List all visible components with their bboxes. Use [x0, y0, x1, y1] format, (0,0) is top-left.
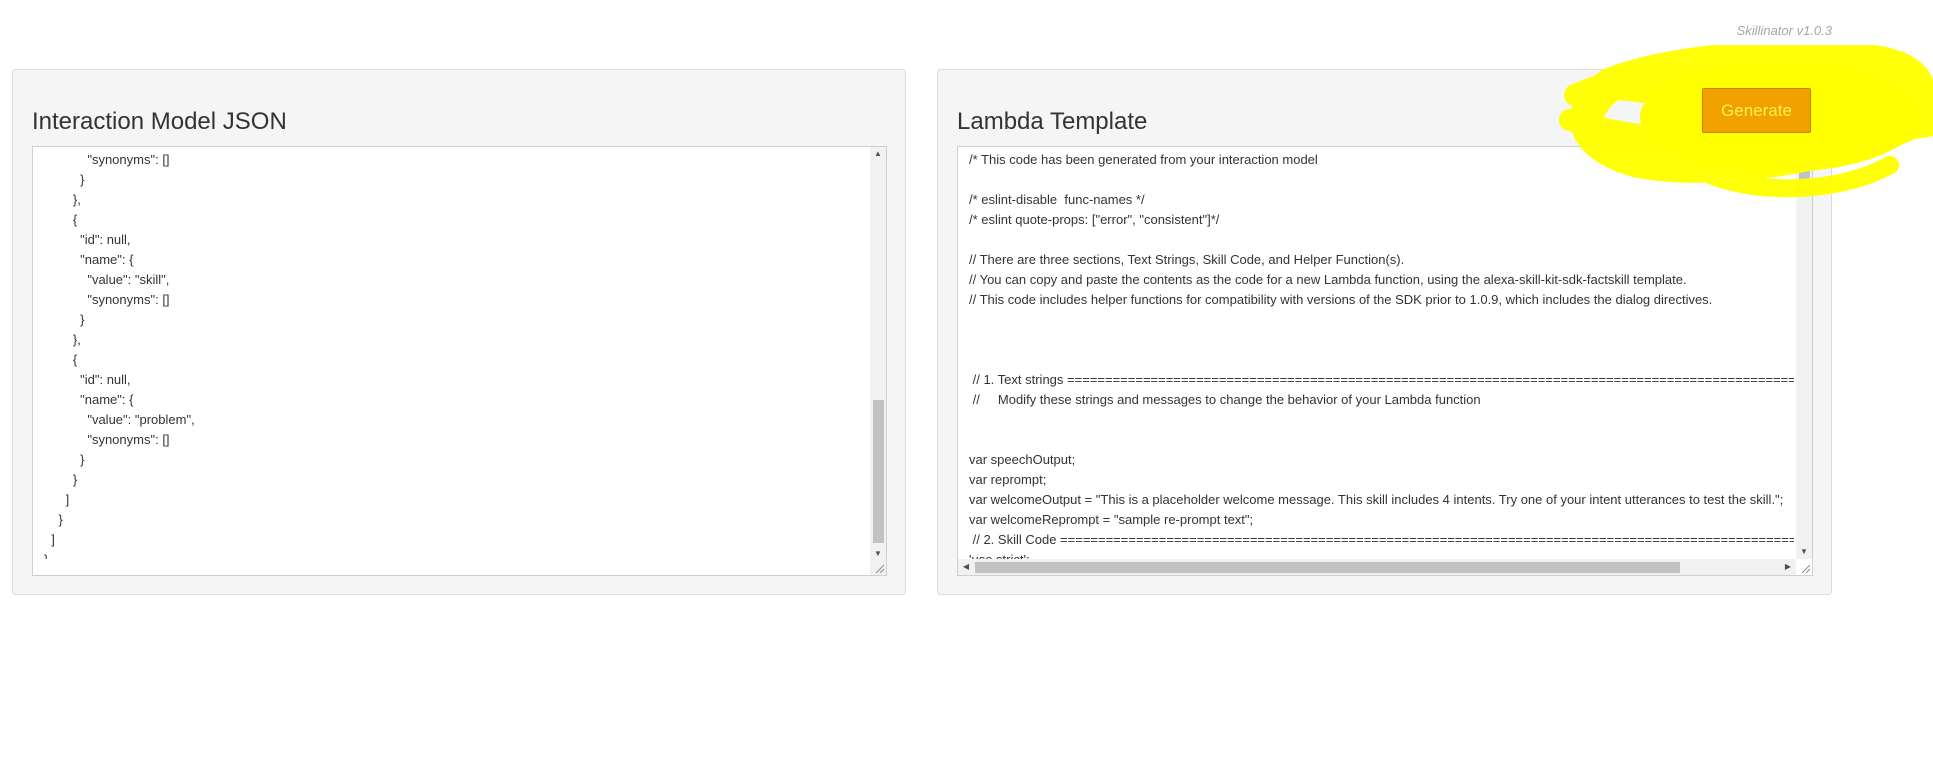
code-line: "synonyms": []: [44, 292, 170, 307]
code-line: }: [44, 472, 78, 487]
code-line: }: [44, 312, 85, 327]
resize-handle-icon[interactable]: [873, 562, 885, 574]
scroll-down-arrow-icon[interactable]: ▼: [1796, 545, 1812, 559]
lambda-template-vscroll-thumb[interactable]: [1799, 165, 1810, 195]
code-line: var speechOutput;: [969, 452, 1076, 467]
code-line: /* This code has been generated from you…: [969, 152, 1318, 167]
lambda-template-vscrollbar[interactable]: ▲ ▼: [1796, 147, 1812, 559]
code-line: ]: [44, 532, 55, 547]
code-line: // 1. Text strings =====================…: [969, 372, 1794, 387]
lambda-template-textarea[interactable]: /* This code has been generated from you…: [957, 146, 1813, 576]
lambda-template-content[interactable]: /* This code has been generated from you…: [969, 150, 1794, 559]
code-line: // There are three sections, Text String…: [969, 252, 1405, 267]
scroll-up-arrow-icon[interactable]: ▲: [1796, 147, 1812, 161]
scroll-left-arrow-icon[interactable]: ◀: [959, 560, 973, 574]
scroll-down-arrow-icon[interactable]: ▼: [870, 547, 886, 561]
code-line: 'use strict';: [969, 550, 1794, 559]
scroll-right-arrow-icon[interactable]: ▶: [1781, 560, 1795, 574]
code-line: // This code includes helper functions f…: [969, 292, 1713, 307]
code-line: /* eslint quote-props: ["error", "consis…: [969, 212, 1220, 227]
generate-button[interactable]: Generate: [1702, 88, 1811, 133]
lambda-template-panel: Lambda Template /* This code has been ge…: [937, 69, 1832, 595]
code-line: "id": null,: [44, 232, 131, 247]
code-line: {: [44, 212, 78, 227]
code-line: // You can copy and paste the contents a…: [969, 272, 1687, 287]
interaction-model-vscroll-thumb[interactable]: [873, 400, 884, 543]
code-line: "synonyms": []: [44, 432, 170, 447]
code-line: /* eslint-disable func-names */: [969, 192, 1145, 207]
code-line: ]: [44, 492, 70, 507]
lambda-template-title: Lambda Template: [957, 108, 1148, 135]
code-line: var reprompt;: [969, 472, 1047, 487]
code-line: }: [44, 550, 868, 559]
code-line: },: [44, 332, 81, 347]
code-line: }: [44, 452, 85, 467]
code-line: }: [44, 172, 85, 187]
interaction-model-title: Interaction Model JSON: [32, 108, 287, 135]
code-line: "id": null,: [44, 372, 131, 387]
lambda-template-hscrollbar[interactable]: ◀ ▶: [958, 559, 1796, 575]
code-line: "name": {: [44, 252, 134, 267]
code-line: var welcomeOutput = "This is a placehold…: [969, 492, 1784, 507]
code-line: var welcomeReprompt = "sample re-prompt …: [969, 512, 1254, 527]
code-line: "value": "problem",: [44, 412, 195, 427]
lambda-template-hscroll-thumb[interactable]: [975, 562, 1680, 573]
code-line: {: [44, 352, 78, 367]
version-label: Skillinator v1.0.3: [1736, 23, 1832, 38]
code-line: },: [44, 192, 81, 207]
code-line: // 2. Skill Code =======================…: [969, 532, 1794, 547]
code-line: "value": "skill",: [44, 272, 170, 287]
scroll-up-arrow-icon[interactable]: ▲: [870, 147, 886, 161]
code-line: "name": {: [44, 392, 134, 407]
code-line: }: [44, 512, 63, 527]
interaction-model-content[interactable]: "synonyms": [] } }, { "id": null, "name"…: [44, 150, 868, 559]
resize-handle-icon[interactable]: [1799, 562, 1811, 574]
code-line: "synonyms": []: [44, 152, 170, 167]
interaction-model-panel: Interaction Model JSON "synonyms": [] } …: [12, 69, 906, 595]
interaction-model-textarea[interactable]: "synonyms": [] } }, { "id": null, "name"…: [32, 146, 887, 576]
code-line: // Modify these strings and messages to …: [969, 392, 1481, 407]
interaction-model-vscrollbar[interactable]: ▲ ▼: [870, 147, 886, 575]
